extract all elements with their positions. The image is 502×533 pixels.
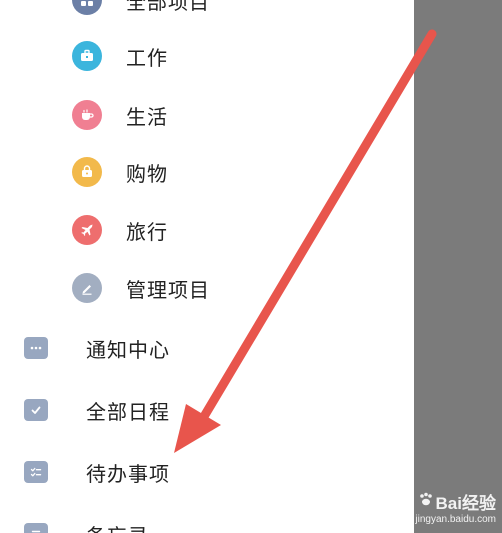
watermark-title: Bai经验 [435,494,496,513]
sidebar-item-all-projects[interactable]: 全部项目 [72,0,210,20]
sidebar-item-label: 管理项目 [126,277,210,302]
watermark-logo: Bai经验 [415,489,496,514]
sidebar-item-label: 待办事项 [86,461,170,486]
shopping-bag-icon [72,157,102,187]
navigation-drawer: 全部项目 工作 生活 购物 旅行 管理项目 通知中心 全部日程 待办事项 [0,0,414,533]
checklist-icon [24,461,48,483]
sidebar-item-label: 全部项目 [126,0,210,14]
edit-pencil-icon [72,273,102,303]
sidebar-item-label: 旅行 [126,219,168,244]
briefcase-icon [72,41,102,71]
sidebar-item-label: 工作 [126,45,168,70]
memo-icon [24,523,48,533]
sidebar-item-label: 全部日程 [86,399,170,424]
sidebar-item-label: 生活 [126,104,168,129]
sidebar-item-manage-projects[interactable]: 管理项目 [72,268,210,308]
sidebar-item-label: 通知中心 [86,337,170,362]
watermark: Bai经验 jingyan.baidu.com [415,489,496,525]
watermark-url: jingyan.baidu.com [415,514,496,525]
sidebar-item-label: 备忘录 [86,520,149,533]
sidebar-item-shopping[interactable]: 购物 [72,152,168,192]
cup-icon [72,100,102,130]
paw-icon [418,491,434,512]
sidebar-item-all-schedules[interactable]: 全部日程 [24,390,170,430]
sidebar-item-travel[interactable]: 旅行 [72,210,168,250]
dimmed-overlay[interactable] [414,0,502,533]
sidebar-item-life[interactable]: 生活 [72,95,168,135]
airplane-icon [72,215,102,245]
sidebar-item-todo[interactable]: 待办事项 [24,452,170,492]
all-projects-icon [72,0,102,15]
sidebar-item-notification-center[interactable]: 通知中心 [24,328,170,368]
calendar-check-icon [24,399,48,421]
sidebar-item-memo[interactable]: 备忘录 [24,514,149,533]
sidebar-item-label: 购物 [126,161,168,186]
screen: 全部项目 工作 生活 购物 旅行 管理项目 通知中心 全部日程 待办事项 Bai… [0,0,502,533]
sidebar-item-work[interactable]: 工作 [72,36,168,76]
chat-bubble-icon [24,337,48,359]
